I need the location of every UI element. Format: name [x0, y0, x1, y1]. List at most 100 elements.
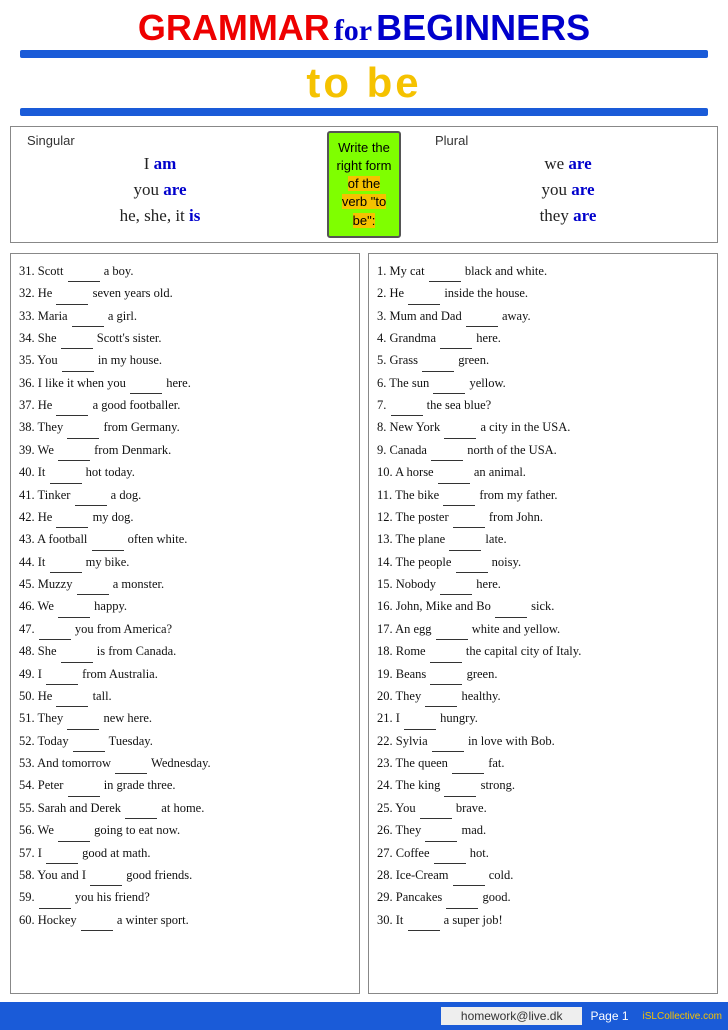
ex-num: 2.	[377, 286, 386, 300]
ex-blank[interactable]	[436, 620, 468, 640]
ex-blank[interactable]	[72, 307, 104, 327]
ex-blank[interactable]	[466, 307, 498, 327]
ex-blank[interactable]	[58, 821, 90, 841]
ex-blank[interactable]	[56, 396, 88, 416]
ex-blank[interactable]	[444, 418, 476, 438]
right-ex-item: 14. The people noisy.	[377, 553, 709, 573]
ex-blank[interactable]	[408, 911, 440, 931]
ex-num: 55.	[19, 801, 35, 815]
ex-blank[interactable]	[62, 351, 94, 371]
ex-rest: hot.	[470, 846, 489, 860]
ex-blank[interactable]	[46, 844, 78, 864]
ex-blank[interactable]	[92, 530, 124, 550]
ex-blank[interactable]	[456, 553, 488, 573]
verb-you-are-pl: are	[571, 180, 594, 199]
ex-blank[interactable]	[440, 575, 472, 595]
ex-blank[interactable]	[452, 754, 484, 774]
ex-blank[interactable]	[420, 799, 452, 819]
ex-blank[interactable]	[408, 284, 440, 304]
ex-num: 27.	[377, 846, 393, 860]
ex-blank[interactable]	[446, 888, 478, 908]
ex-blank[interactable]	[430, 642, 462, 662]
right-ex-item: 28. Ice-Cream cold.	[377, 866, 709, 886]
ex-blank[interactable]	[432, 732, 464, 752]
ex-blank[interactable]	[443, 486, 475, 506]
ex-blank[interactable]	[68, 776, 100, 796]
right-ex-item: 3. Mum and Dad away.	[377, 307, 709, 327]
ex-num: 60.	[19, 913, 35, 927]
right-ex-item: 15. Nobody here.	[377, 575, 709, 595]
ex-blank[interactable]	[430, 665, 462, 685]
ex-blank[interactable]	[67, 709, 99, 729]
ex-blank[interactable]	[404, 709, 436, 729]
ex-blank[interactable]	[58, 441, 90, 461]
ex-rest: from John.	[489, 510, 543, 524]
ex-text: Mum and Dad	[390, 309, 462, 323]
ex-blank[interactable]	[130, 374, 162, 394]
ex-blank[interactable]	[434, 844, 466, 864]
right-ex-item: 4. Grandma here.	[377, 329, 709, 349]
ex-blank[interactable]	[453, 866, 485, 886]
left-ex-item: 38. They from Germany.	[19, 418, 351, 438]
right-ex-item: 24. The king strong.	[377, 776, 709, 796]
ex-text: A horse	[395, 465, 434, 479]
instruction-box-container: Write the right form of the verb "to be"…	[309, 127, 419, 242]
ex-num: 18.	[377, 644, 393, 658]
ex-blank[interactable]	[81, 911, 113, 931]
ex-blank[interactable]	[56, 687, 88, 707]
ex-blank[interactable]	[115, 754, 147, 774]
ex-rest: healthy.	[461, 689, 500, 703]
ex-blank[interactable]	[425, 687, 457, 707]
ex-num: 36.	[19, 376, 35, 390]
ex-num: 54.	[19, 778, 35, 792]
ex-blank[interactable]	[422, 351, 454, 371]
ex-num: 44.	[19, 555, 35, 569]
ex-blank[interactable]	[75, 486, 107, 506]
ex-rest: is from Canada.	[97, 644, 177, 658]
ex-blank[interactable]	[433, 374, 465, 394]
ex-blank[interactable]	[425, 821, 457, 841]
ex-num: 11.	[377, 488, 392, 502]
ex-text: Canada	[390, 443, 427, 457]
ex-blank[interactable]	[67, 418, 99, 438]
ex-blank[interactable]	[61, 329, 93, 349]
ex-blank[interactable]	[50, 463, 82, 483]
title-tobe: to be	[10, 60, 718, 106]
left-ex-item: 52. Today Tuesday.	[19, 732, 351, 752]
title-bar-bottom	[20, 108, 708, 116]
ex-num: 19.	[377, 667, 393, 681]
ex-num: 40.	[19, 465, 35, 479]
exercises-area: 31. Scott a boy.32. He seven years old.3…	[10, 253, 718, 994]
ex-text: We	[38, 823, 54, 837]
ex-blank[interactable]	[449, 530, 481, 550]
ex-blank[interactable]	[431, 441, 463, 461]
ex-text: They	[396, 823, 422, 837]
ex-blank[interactable]	[440, 329, 472, 349]
ex-blank[interactable]	[68, 262, 100, 282]
ex-blank[interactable]	[56, 284, 88, 304]
ex-blank[interactable]	[61, 642, 93, 662]
ex-rest: Tuesday.	[109, 734, 153, 748]
ex-blank[interactable]	[429, 262, 461, 282]
right-ex-item: 8. New York a city in the USA.	[377, 418, 709, 438]
ex-blank[interactable]	[495, 597, 527, 617]
ex-rest: good friends.	[126, 868, 192, 882]
ex-blank[interactable]	[58, 597, 90, 617]
ex-blank[interactable]	[444, 776, 476, 796]
ex-blank[interactable]	[125, 799, 157, 819]
ex-blank[interactable]	[438, 463, 470, 483]
ex-blank[interactable]	[453, 508, 485, 528]
ex-blank[interactable]	[39, 620, 71, 640]
ex-blank[interactable]	[56, 508, 88, 528]
ex-blank[interactable]	[77, 575, 109, 595]
ex-blank[interactable]	[391, 396, 423, 416]
ex-blank[interactable]	[90, 866, 122, 886]
ex-blank[interactable]	[46, 665, 78, 685]
ex-text: I like it when you	[38, 376, 126, 390]
ex-text: Today	[38, 734, 69, 748]
ex-blank[interactable]	[39, 888, 71, 908]
ex-blank[interactable]	[73, 732, 105, 752]
ex-text: The queen	[396, 756, 448, 770]
ex-blank[interactable]	[50, 553, 82, 573]
left-ex-item: 60. Hockey a winter sport.	[19, 911, 351, 931]
